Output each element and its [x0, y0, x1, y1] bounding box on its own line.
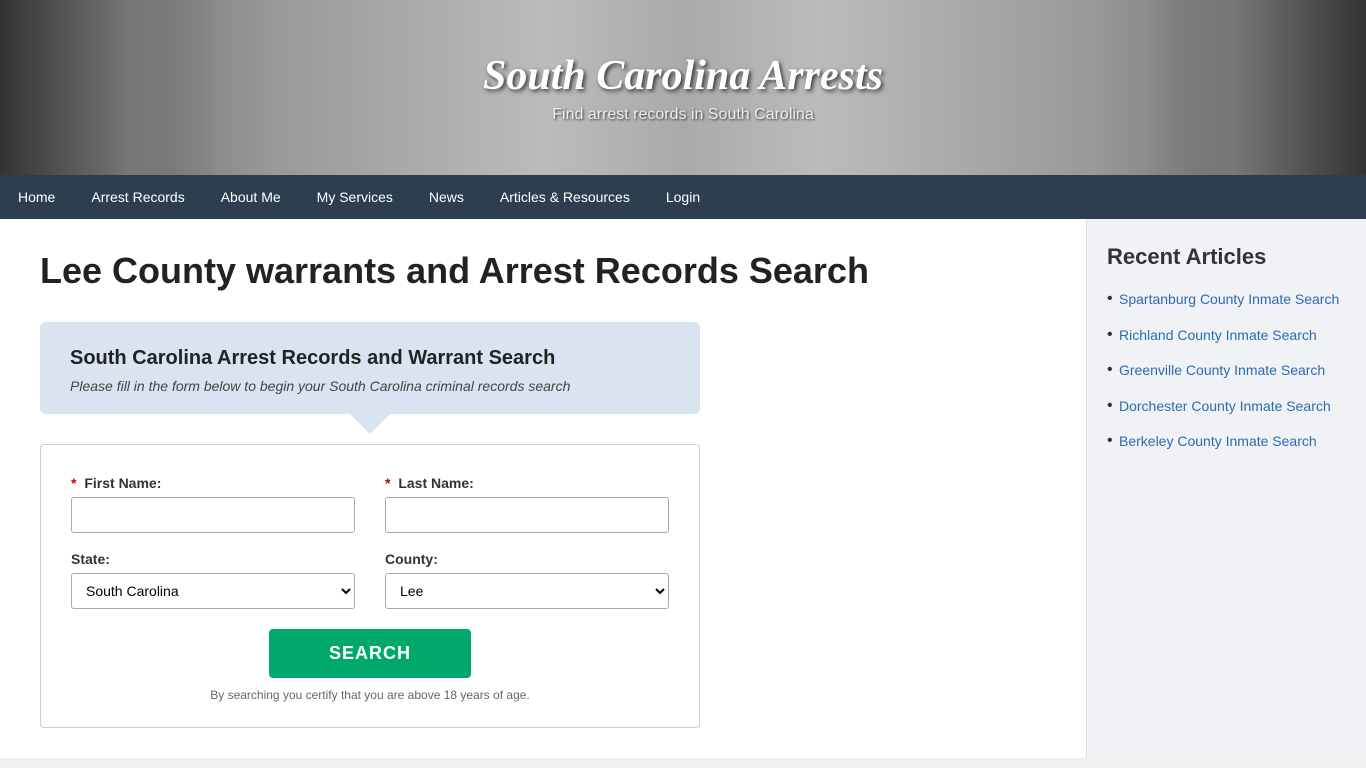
first-name-required: * — [71, 475, 76, 491]
first-name-group: * First Name: — [71, 475, 355, 533]
search-button[interactable]: SEARCH — [269, 629, 471, 678]
location-row: State: South Carolina Alabama Alaska Cou… — [71, 551, 669, 609]
first-name-input[interactable] — [71, 497, 355, 533]
page-body: Lee County warrants and Arrest Records S… — [0, 219, 1366, 758]
last-name-label: * Last Name: — [385, 475, 669, 491]
state-label: State: — [71, 551, 355, 567]
hands-right-decoration — [1146, 0, 1366, 175]
article-link-berkeley[interactable]: Berkeley County Inmate Search — [1119, 433, 1317, 449]
county-select[interactable]: Lee Berkeley Charleston Dorchester Green… — [385, 573, 669, 609]
last-name-required: * — [385, 475, 390, 491]
site-header: South Carolina Arrests Find arrest recor… — [0, 0, 1366, 175]
article-link-spartanburg[interactable]: Spartanburg County Inmate Search — [1119, 291, 1339, 307]
search-box-header: South Carolina Arrest Records and Warran… — [40, 322, 700, 414]
hands-left-decoration — [0, 0, 220, 175]
nav-login[interactable]: Login — [648, 175, 718, 219]
first-name-label: * First Name: — [71, 475, 355, 491]
name-row: * First Name: * Last Name: — [71, 475, 669, 533]
county-group: County: Lee Berkeley Charleston Dorchest… — [385, 551, 669, 609]
page-title: Lee County warrants and Arrest Records S… — [40, 249, 1046, 292]
sidebar: Recent Articles Spartanburg County Inmat… — [1086, 219, 1366, 758]
form-disclaimer: By searching you certify that you are ab… — [71, 688, 669, 702]
last-name-group: * Last Name: — [385, 475, 669, 533]
header-content: South Carolina Arrests Find arrest recor… — [483, 52, 883, 124]
nav-news[interactable]: News — [411, 175, 482, 219]
article-link-richland[interactable]: Richland County Inmate Search — [1119, 327, 1317, 343]
search-box-title: South Carolina Arrest Records and Warran… — [70, 347, 670, 370]
nav-home[interactable]: Home — [0, 175, 73, 219]
article-link-greenville[interactable]: Greenville County Inmate Search — [1119, 362, 1325, 378]
list-item: Spartanburg County Inmate Search — [1107, 290, 1346, 310]
state-select[interactable]: South Carolina Alabama Alaska — [71, 573, 355, 609]
site-title: South Carolina Arrests — [483, 52, 883, 100]
site-tagline: Find arrest records in South Carolina — [483, 106, 883, 124]
last-name-input[interactable] — [385, 497, 669, 533]
main-nav: Home Arrest Records About Me My Services… — [0, 175, 1366, 219]
list-item: Dorchester County Inmate Search — [1107, 397, 1346, 417]
list-item: Greenville County Inmate Search — [1107, 361, 1346, 381]
list-item: Richland County Inmate Search — [1107, 326, 1346, 346]
article-link-dorchester[interactable]: Dorchester County Inmate Search — [1119, 398, 1331, 414]
search-form: * First Name: * Last Name: State: — [40, 444, 700, 728]
sidebar-title: Recent Articles — [1107, 244, 1346, 270]
nav-about-me[interactable]: About Me — [203, 175, 299, 219]
nav-articles[interactable]: Articles & Resources — [482, 175, 648, 219]
county-label: County: — [385, 551, 669, 567]
search-box-subtitle: Please fill in the form below to begin y… — [70, 378, 670, 394]
nav-arrest-records[interactable]: Arrest Records — [73, 175, 202, 219]
list-item: Berkeley County Inmate Search — [1107, 432, 1346, 452]
search-button-row: SEARCH — [71, 629, 669, 678]
nav-services[interactable]: My Services — [299, 175, 411, 219]
main-content: Lee County warrants and Arrest Records S… — [0, 219, 1086, 758]
state-group: State: South Carolina Alabama Alaska — [71, 551, 355, 609]
recent-articles-list: Spartanburg County Inmate Search Richlan… — [1107, 290, 1346, 452]
